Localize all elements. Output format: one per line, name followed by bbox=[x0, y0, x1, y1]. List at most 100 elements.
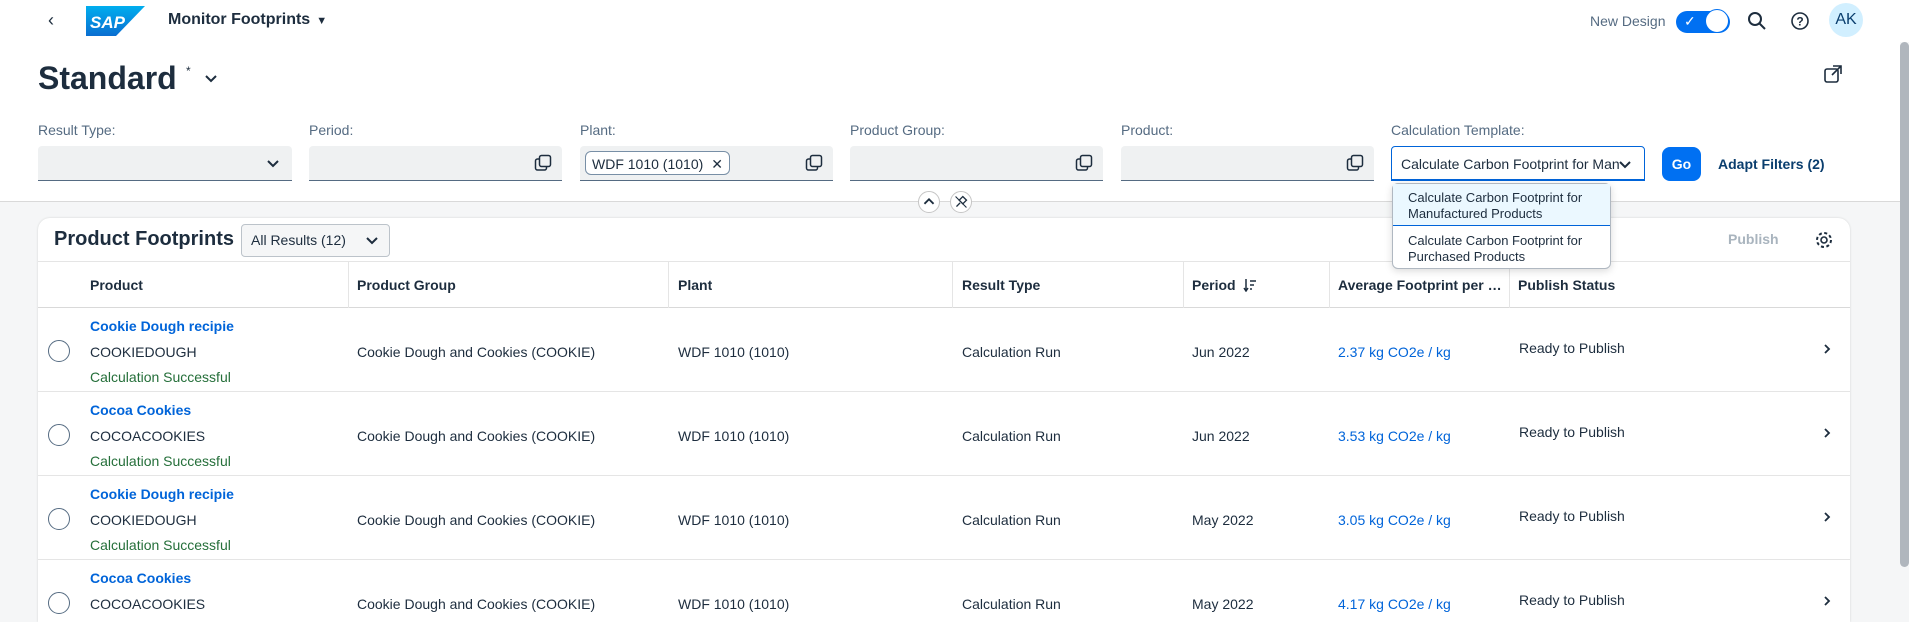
svg-text:SAP: SAP bbox=[90, 13, 126, 32]
product-code: COOKIEDOUGH bbox=[90, 512, 197, 528]
column-header-result-type[interactable]: Result Type bbox=[962, 262, 1040, 308]
row-navigation-icon[interactable] bbox=[1822, 342, 1832, 356]
adapt-filters-button[interactable]: Adapt Filters (2) bbox=[1718, 156, 1825, 172]
pin-header-icon[interactable] bbox=[950, 191, 972, 213]
scrollbar[interactable] bbox=[1900, 42, 1909, 567]
sap-logo[interactable]: SAP bbox=[86, 6, 145, 36]
column-header-product-group[interactable]: Product Group bbox=[357, 262, 456, 308]
row-navigation-icon[interactable] bbox=[1822, 426, 1832, 440]
plant-cell: WDF 1010 (1010) bbox=[678, 512, 790, 528]
product-group-field[interactable] bbox=[850, 146, 1103, 181]
plant-token[interactable]: WDF 1010 (1010) ✕ bbox=[585, 151, 731, 175]
collapse-header-icon[interactable] bbox=[918, 191, 940, 213]
product-label: Product: bbox=[1121, 122, 1174, 138]
calculation-status: Calculation Successful bbox=[90, 453, 231, 469]
product-name-link[interactable]: Cookie Dough recipie bbox=[90, 486, 234, 502]
dropdown-option[interactable]: Calculate Carbon Footprint for Purchased… bbox=[1393, 227, 1610, 269]
calc-template-dropdown: Calculate Carbon Footprint for Manufactu… bbox=[1392, 183, 1611, 269]
plant-cell: WDF 1010 (1010) bbox=[678, 344, 790, 360]
chevron-down-icon[interactable] bbox=[264, 154, 282, 172]
footprint-link[interactable]: 3.53 kg CO2e / kg bbox=[1338, 428, 1451, 444]
variant-chevron-down-icon[interactable] bbox=[204, 74, 218, 84]
column-header-plant[interactable]: Plant bbox=[678, 262, 712, 308]
footprint-link[interactable]: 2.37 kg CO2e / kg bbox=[1338, 344, 1451, 360]
product-code: COCOACOOKIES bbox=[90, 596, 206, 612]
svg-text:?: ? bbox=[1796, 15, 1803, 29]
result-type-cell: Calculation Run bbox=[962, 512, 1061, 528]
publish-status-cell: Ready to Publish bbox=[1519, 508, 1625, 524]
footprint-link[interactable]: 3.05 kg CO2e / kg bbox=[1338, 512, 1451, 528]
period-field[interactable] bbox=[309, 146, 562, 181]
value-help-icon[interactable] bbox=[534, 154, 552, 172]
plant-cell: WDF 1010 (1010) bbox=[678, 428, 790, 444]
row-navigation-icon[interactable] bbox=[1822, 594, 1832, 608]
plant-token-text: WDF 1010 (1010) bbox=[592, 156, 704, 172]
table-row[interactable]: Cocoa Cookies COCOACOOKIES Cookie Dough … bbox=[38, 560, 1850, 622]
new-design-label: New Design bbox=[1590, 13, 1666, 29]
row-select-radio[interactable] bbox=[48, 424, 70, 446]
plant-label: Plant: bbox=[580, 122, 616, 138]
sort-descending-icon[interactable] bbox=[1243, 278, 1257, 292]
calc-template-value: Calculate Carbon Footprint for Manufactu… bbox=[1401, 156, 1619, 172]
checkmark-icon: ✓ bbox=[1684, 13, 1696, 29]
product-code: COCOACOOKIES bbox=[90, 428, 206, 444]
column-header-period[interactable]: Period bbox=[1192, 262, 1236, 308]
publish-status-cell: Ready to Publish bbox=[1519, 424, 1625, 440]
period-cell: May 2022 bbox=[1192, 596, 1254, 612]
result-type-label: Result Type: bbox=[38, 122, 116, 138]
result-type-select[interactable] bbox=[38, 146, 292, 181]
results-view-select[interactable]: All Results (12) bbox=[241, 224, 390, 257]
avatar[interactable]: AK bbox=[1829, 3, 1863, 37]
variant-title[interactable]: Standard bbox=[38, 60, 177, 97]
product-name-link[interactable]: Cocoa Cookies bbox=[90, 570, 191, 586]
row-select-radio[interactable] bbox=[48, 592, 70, 614]
app-title: Monitor Footprints bbox=[168, 11, 311, 28]
table-row[interactable]: Cocoa Cookies COCOACOOKIES Calculation S… bbox=[38, 392, 1850, 476]
table-row[interactable]: Cookie Dough recipie COOKIEDOUGH Calcula… bbox=[38, 308, 1850, 392]
publish-button[interactable]: Publish bbox=[1728, 231, 1779, 247]
product-code: COOKIEDOUGH bbox=[90, 344, 197, 360]
value-help-icon[interactable] bbox=[805, 154, 823, 172]
product-name-link[interactable]: Cocoa Cookies bbox=[90, 402, 191, 418]
product-group-cell: Cookie Dough and Cookies (COOKIE) bbox=[357, 596, 596, 612]
app-title-menu[interactable]: Monitor Footprints ▼ bbox=[168, 11, 327, 29]
help-icon[interactable]: ? bbox=[1790, 11, 1810, 31]
gear-icon[interactable] bbox=[1814, 230, 1834, 250]
product-name-link[interactable]: Cookie Dough recipie bbox=[90, 318, 234, 334]
chevron-down-icon bbox=[366, 237, 378, 245]
column-separator bbox=[668, 262, 669, 308]
column-header-product[interactable]: Product bbox=[90, 262, 143, 308]
period-cell: Jun 2022 bbox=[1192, 344, 1250, 360]
remove-token-icon[interactable]: ✕ bbox=[711, 156, 723, 172]
table-row[interactable]: Cookie Dough recipie COOKIEDOUGH Calcula… bbox=[38, 476, 1850, 560]
product-footprints-table: Product Footprints All Results (12) Publ… bbox=[38, 218, 1850, 622]
plant-field[interactable]: WDF 1010 (1010) ✕ bbox=[580, 146, 833, 181]
product-group-cell: Cookie Dough and Cookies (COOKIE) bbox=[357, 344, 596, 360]
table-title: Product Footprints bbox=[54, 228, 234, 250]
calculation-status: Calculation Successful bbox=[90, 369, 231, 385]
new-design-toggle[interactable]: ✓ bbox=[1676, 9, 1730, 33]
column-separator bbox=[348, 262, 349, 308]
period-cell: Jun 2022 bbox=[1192, 428, 1250, 444]
variant-modified-marker: * bbox=[186, 64, 191, 78]
dropdown-option[interactable]: Calculate Carbon Footprint for Manufactu… bbox=[1393, 184, 1610, 226]
search-icon[interactable] bbox=[1747, 11, 1767, 31]
column-separator bbox=[952, 262, 953, 308]
product-field[interactable] bbox=[1121, 146, 1374, 181]
calc-template-select[interactable]: Calculate Carbon Footprint for Manufactu… bbox=[1391, 146, 1645, 181]
calc-template-label: Calculation Template: bbox=[1391, 122, 1525, 138]
caret-down-icon: ▼ bbox=[316, 15, 328, 27]
row-select-radio[interactable] bbox=[48, 340, 70, 362]
results-view-value: All Results (12) bbox=[251, 232, 346, 248]
row-select-radio[interactable] bbox=[48, 508, 70, 530]
value-help-icon[interactable] bbox=[1346, 154, 1364, 172]
result-type-cell: Calculation Run bbox=[962, 428, 1061, 444]
publish-status-cell: Ready to Publish bbox=[1519, 592, 1625, 608]
footprint-link[interactable]: 4.17 kg CO2e / kg bbox=[1338, 596, 1451, 612]
share-icon[interactable] bbox=[1823, 64, 1843, 84]
row-navigation-icon[interactable] bbox=[1822, 510, 1832, 524]
chevron-down-icon[interactable] bbox=[1616, 155, 1634, 173]
back-icon[interactable]: ‹ bbox=[48, 10, 64, 30]
go-button[interactable]: Go bbox=[1662, 147, 1701, 181]
value-help-icon[interactable] bbox=[1075, 154, 1093, 172]
